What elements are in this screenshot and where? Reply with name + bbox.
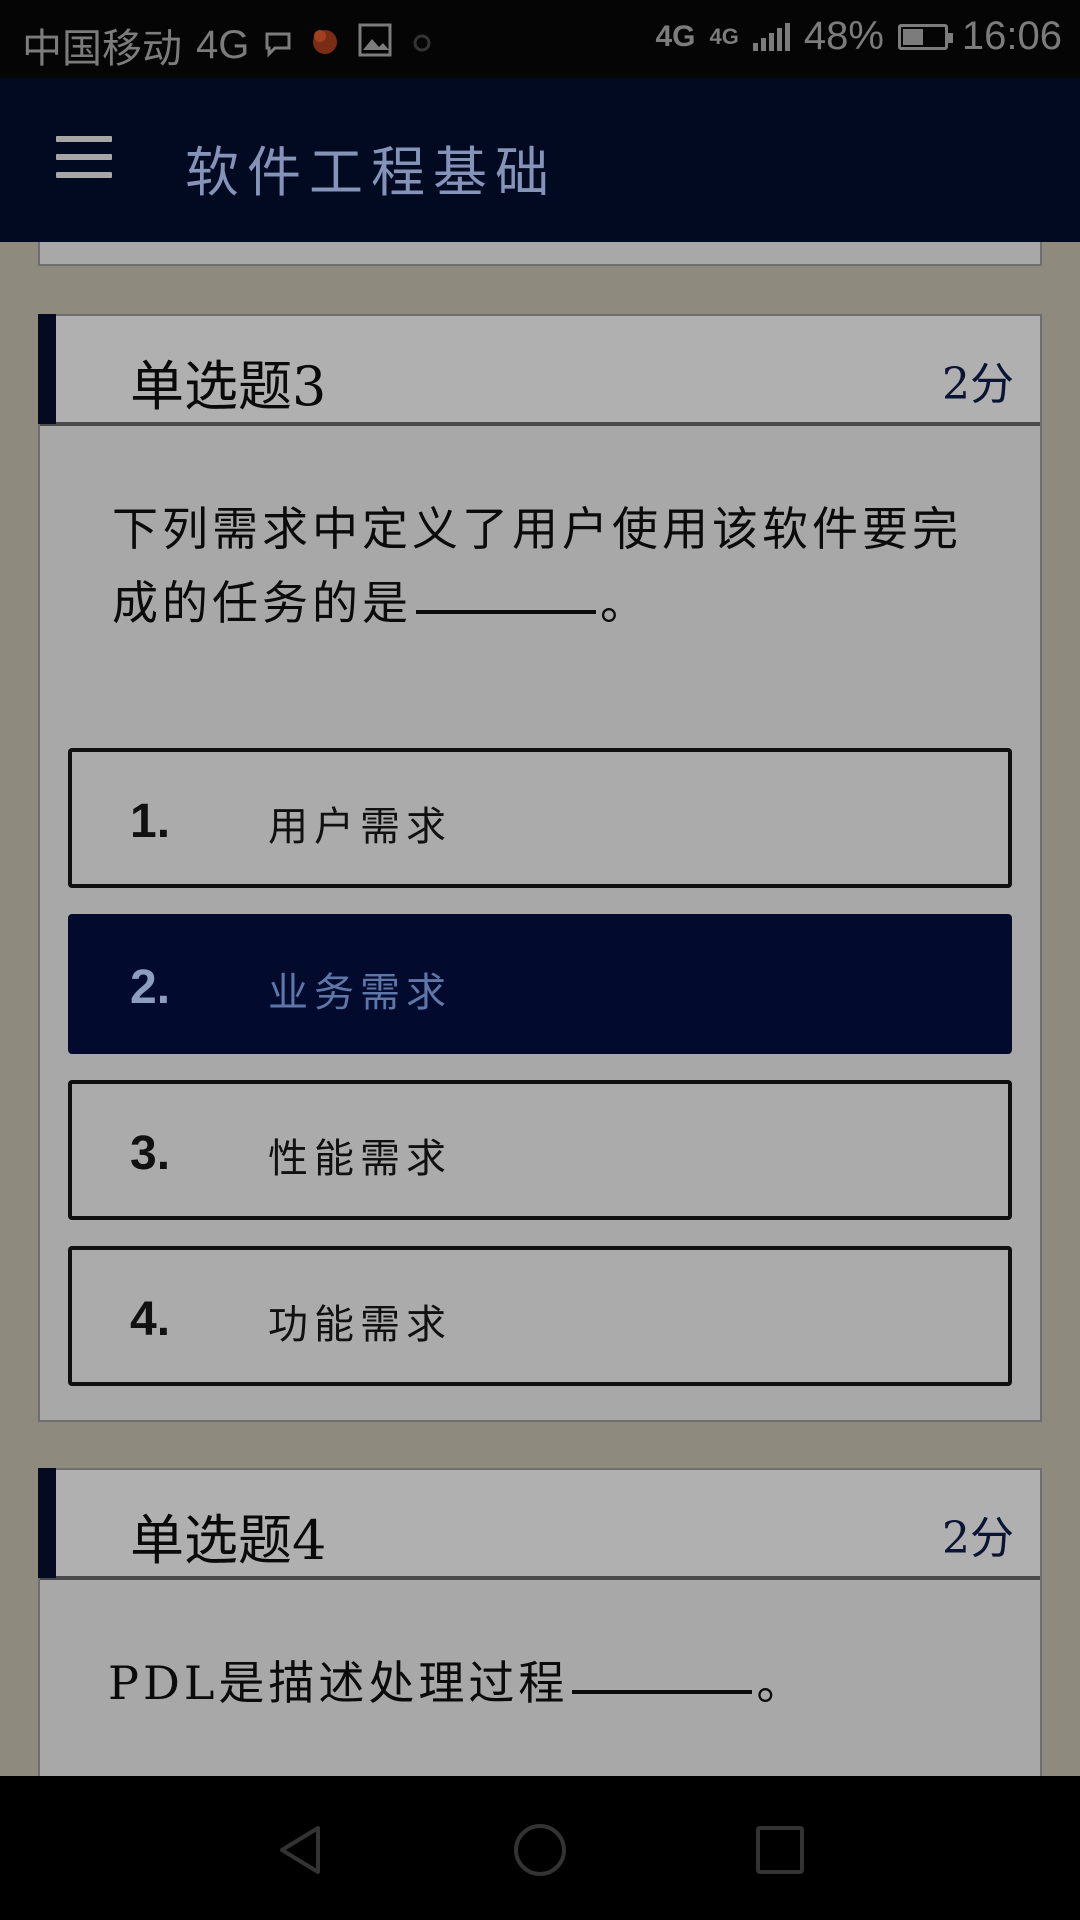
option-1[interactable]: 1. 用户需求 <box>68 748 1012 888</box>
app-bar: 软件工程基础 <box>0 78 1080 242</box>
signal-strength-icon <box>752 22 790 51</box>
option-label: 用户需求 <box>268 804 452 850</box>
option-label: 功能需求 <box>268 1302 452 1348</box>
question-header: 单选题3 2分 <box>38 314 1040 426</box>
brightness-icon <box>407 23 437 68</box>
option-label: 业务需求 <box>268 970 452 1016</box>
app-title: 软件工程基础 <box>185 141 557 204</box>
network-4g-label: 4G <box>655 19 696 53</box>
previous-question-card-edge <box>38 242 1042 266</box>
image-icon <box>357 22 393 68</box>
option-3[interactable]: 3. 性能需求 <box>68 1080 1012 1220</box>
recents-icon[interactable] <box>752 1822 808 1882</box>
carrier-name: 中国移动 <box>22 27 182 71</box>
back-icon[interactable] <box>272 1822 328 1882</box>
header-accent-bar <box>38 1468 56 1578</box>
question-label: 单选题3 <box>130 355 327 418</box>
option-4[interactable]: 4. 功能需求 <box>68 1246 1012 1386</box>
hamburger-menu-icon[interactable] <box>56 136 112 178</box>
question-text: 下列需求中定义了用户使用该软件要完 成的任务的是 。 <box>112 492 992 640</box>
header-accent-bar <box>38 314 56 424</box>
answer-blank <box>572 1680 753 1694</box>
network-4g-secondary-label: 4G <box>709 23 739 49</box>
home-icon[interactable] <box>512 1822 568 1882</box>
option-number: 4. <box>130 1293 171 1346</box>
system-navigation-bar <box>0 1776 1080 1920</box>
option-label: 性能需求 <box>268 1136 452 1182</box>
option-number: 3. <box>130 1127 171 1180</box>
option-number: 2. <box>130 961 171 1014</box>
question-text-end: 。 <box>600 576 650 630</box>
network-type: 4G <box>196 22 250 67</box>
answer-blank <box>416 600 596 614</box>
question-card-3: 单选题3 2分 下列需求中定义了用户使用该软件要完 成的任务的是 。 1. 用户需… <box>38 314 1042 1422</box>
question-text-line-2: 成的任务的是 <box>112 576 412 630</box>
battery-percent: 48% <box>803 14 884 58</box>
question-points: 2分 <box>942 359 1014 410</box>
question-label: 单选题4 <box>130 1509 327 1572</box>
battery-icon <box>897 23 953 50</box>
question-text-line-1: PDL是描述处理过程 <box>108 1656 569 1710</box>
squirrel-app-icon <box>307 22 343 68</box>
option-2-selected[interactable]: 2. 业务需求 <box>68 914 1012 1054</box>
status-bar: 中国移动 4G 4G 4G 48% 16:06 <box>0 0 1080 78</box>
question-header: 单选题4 2分 <box>38 1468 1040 1580</box>
chat-bubble-icon <box>263 23 293 68</box>
question-text-line-1: 下列需求中定义了用户使用该软件要完 <box>112 502 962 556</box>
clock: 16:06 <box>961 14 1062 58</box>
question-card-4: 单选题4 2分 PDL是描述处理过程 。 <box>38 1468 1042 1788</box>
question-points: 2分 <box>942 1513 1014 1564</box>
question-text: PDL是描述处理过程 。 <box>108 1646 1008 1720</box>
question-text-end: 。 <box>756 1656 807 1710</box>
option-number: 1. <box>130 795 171 848</box>
